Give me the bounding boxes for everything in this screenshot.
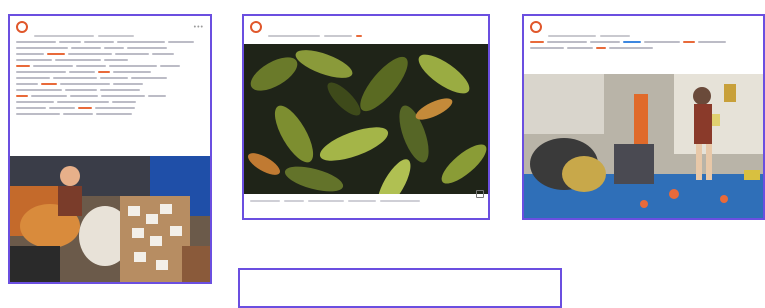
post-header xyxy=(244,16,488,35)
classroom-photo[interactable] xyxy=(524,74,763,218)
post-header xyxy=(524,16,763,35)
workshop-crafts-photo[interactable] xyxy=(10,156,210,282)
leaf-texture-photo[interactable] xyxy=(244,44,488,194)
post-card-2[interactable] xyxy=(242,14,490,220)
post-header xyxy=(240,270,560,277)
post-card-3[interactable] xyxy=(522,14,765,220)
post-meta xyxy=(244,35,488,37)
post-text xyxy=(524,37,763,53)
post-card-4[interactable] xyxy=(238,268,562,308)
avatar[interactable] xyxy=(530,21,542,33)
post-header: ••• xyxy=(10,16,210,35)
share-icon[interactable] xyxy=(476,190,484,198)
post-text xyxy=(10,37,210,119)
more-options-icon[interactable]: ••• xyxy=(194,24,204,31)
post-footer xyxy=(250,200,482,202)
avatar[interactable] xyxy=(16,21,28,33)
post-card-1[interactable]: ••• xyxy=(8,14,212,284)
avatar[interactable] xyxy=(250,21,262,33)
